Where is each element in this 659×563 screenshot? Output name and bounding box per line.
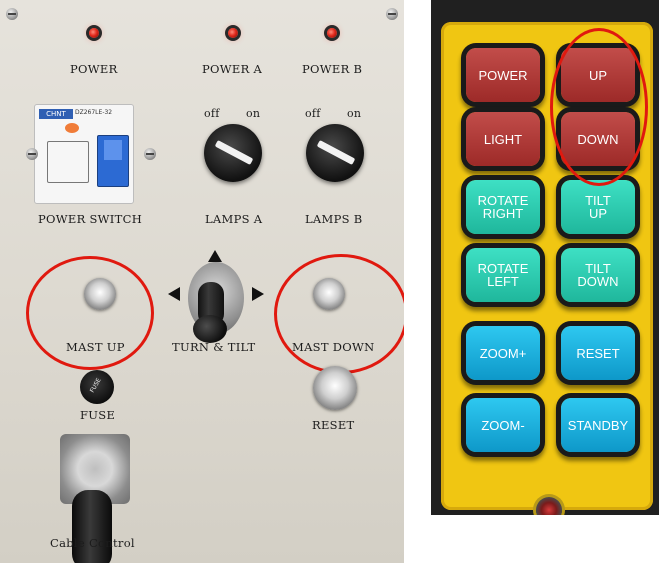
- arrow-left-icon: [168, 287, 180, 301]
- lamps-a-on-label: on: [246, 107, 261, 120]
- arrow-up-icon: [208, 250, 222, 262]
- arrow-right-icon: [252, 287, 264, 301]
- remote-light-button[interactable]: LIGHT: [466, 112, 540, 166]
- breaker-toggle[interactable]: [97, 135, 129, 187]
- reset-label: RESET: [312, 418, 355, 432]
- breaker-test-button[interactable]: [65, 123, 79, 133]
- fuse-cap-text: FUSE: [88, 377, 103, 394]
- power-a-label: POWER A: [202, 62, 263, 76]
- panel-screw: [26, 148, 38, 160]
- lamps-b-label: LAMPS B: [305, 212, 363, 226]
- panel-screw: [386, 8, 398, 20]
- power-switch-label: POWER SWITCH: [38, 212, 143, 226]
- lamps-a-selector-knob[interactable]: [204, 124, 262, 182]
- panel-screw: [144, 148, 156, 160]
- lamps-b-off-label: off: [305, 107, 321, 120]
- turn-tilt-label: TURN & TILT: [172, 340, 256, 354]
- power-b-label: POWER B: [302, 62, 363, 76]
- breaker-wiring-diagram: [47, 141, 89, 183]
- power-a-indicator-lamp: [228, 28, 238, 38]
- lamps-b-on-label: on: [347, 107, 362, 120]
- lamps-a-label: LAMPS A: [205, 212, 263, 226]
- breaker-model: DZ267LE-32: [75, 109, 113, 116]
- lamps-a-off-label: off: [204, 107, 220, 120]
- power-switch-breaker[interactable]: CHNT DZ267LE-32: [34, 104, 134, 204]
- remote-zoom-in-button[interactable]: ZOOM+: [466, 326, 540, 380]
- mast-up-highlight-circle: [26, 256, 154, 370]
- remote-status-led: [536, 497, 562, 515]
- cable-control-label: Cable Control: [50, 536, 135, 550]
- power-label: POWER: [70, 62, 118, 76]
- power-indicator-lamp: [89, 28, 99, 38]
- pendant-remote: POWER UP LIGHT DOWN ROTATE RIGHT TILT UP…: [431, 0, 659, 515]
- up-down-highlight-circle: [550, 28, 648, 186]
- panel-screw: [6, 8, 18, 20]
- mast-down-highlight-circle: [274, 254, 404, 374]
- remote-tilt-down-button[interactable]: TILT DOWN: [561, 248, 635, 302]
- fuse-label: FUSE: [80, 408, 116, 422]
- joystick-handle[interactable]: [193, 315, 227, 343]
- breaker-brand: CHNT: [39, 109, 73, 119]
- control-panel: POWER POWER A POWER B CHNT DZ267LE-32 PO…: [0, 0, 404, 563]
- control-cable: [72, 490, 112, 563]
- remote-standby-button[interactable]: STANDBY: [561, 398, 635, 452]
- lamps-b-selector-knob[interactable]: [306, 124, 364, 182]
- power-b-indicator-lamp: [327, 28, 337, 38]
- remote-power-button[interactable]: POWER: [466, 48, 540, 102]
- remote-reset-button[interactable]: RESET: [561, 326, 635, 380]
- reset-button[interactable]: [313, 366, 357, 410]
- fuse-holder[interactable]: FUSE: [80, 370, 114, 404]
- remote-zoom-out-button[interactable]: ZOOM-: [466, 398, 540, 452]
- remote-rotate-right-button[interactable]: ROTATE RIGHT: [466, 180, 540, 234]
- remote-rotate-left-button[interactable]: ROTATE LEFT: [466, 248, 540, 302]
- remote-tilt-up-button[interactable]: TILT UP: [561, 180, 635, 234]
